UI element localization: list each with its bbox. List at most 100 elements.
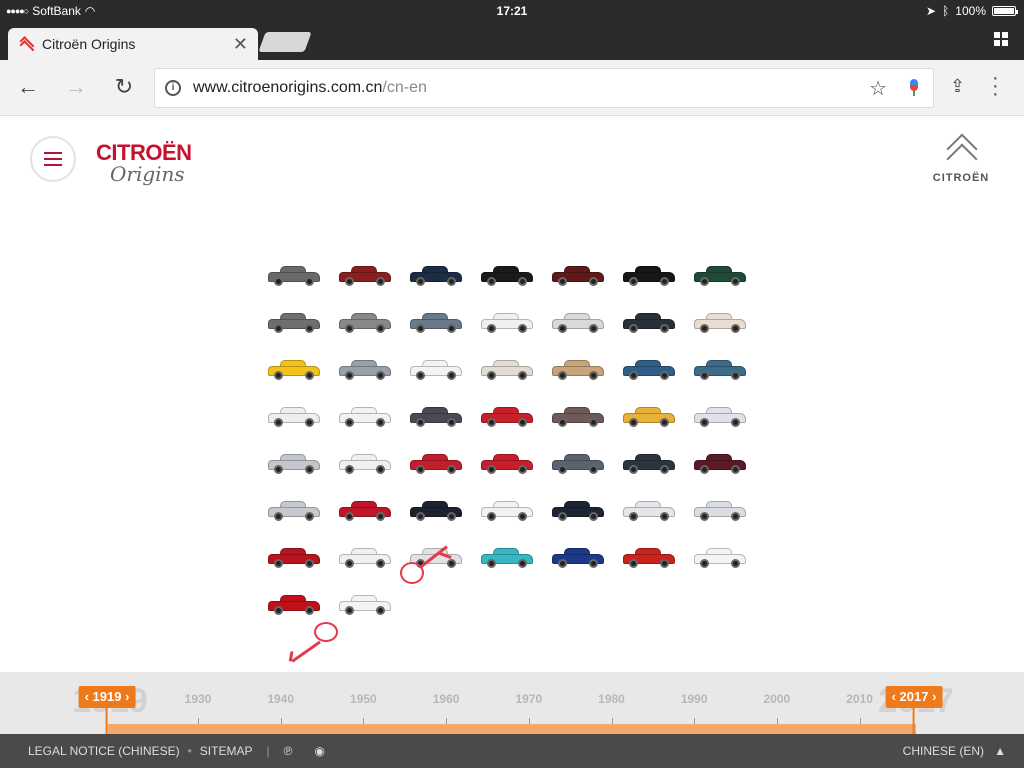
status-time: 17:21 <box>496 4 528 18</box>
car-model-thumbnail[interactable] <box>479 448 535 476</box>
car-model-thumbnail[interactable] <box>266 354 322 382</box>
timeline-decade-label: 2010 <box>846 692 873 706</box>
overflow-menu-icon[interactable]: · · · <box>992 68 999 104</box>
car-model-thumbnail[interactable] <box>266 307 322 335</box>
timeline-decade-label: 1960 <box>432 692 460 706</box>
right-logo-word: CITROËN <box>932 172 990 184</box>
car-model-thumbnail[interactable] <box>337 354 393 382</box>
status-bar: ●●●●○ SoftBank ◠ 17:21 ➤ ᛒ 100% <box>0 0 1024 22</box>
car-model-thumbnail[interactable] <box>337 260 393 288</box>
car-model-thumbnail[interactable] <box>550 448 606 476</box>
car-model-thumbnail[interactable] <box>408 354 464 382</box>
tab-citroen-origins[interactable]: Citroën Origins ✕ <box>8 28 258 60</box>
bookmark-star-icon[interactable]: ☆ <box>869 76 887 101</box>
close-tab-icon[interactable]: ✕ <box>233 34 248 55</box>
language-selector[interactable]: CHINESE (EN) <box>903 744 984 758</box>
timeline-start-handle[interactable]: ‹ 1919 › <box>78 686 136 708</box>
scribble-circle <box>314 622 338 642</box>
car-model-thumbnail[interactable] <box>621 401 677 429</box>
car-model-thumbnail[interactable] <box>266 542 322 570</box>
bluetooth-icon: ᛒ <box>942 4 950 18</box>
car-model-thumbnail[interactable] <box>408 448 464 476</box>
car-model-thumbnail[interactable] <box>621 495 677 523</box>
footer-dot: • <box>187 744 192 758</box>
car-model-thumbnail[interactable] <box>266 589 322 617</box>
tab-switcher-icon[interactable] <box>994 32 1008 46</box>
car-model-thumbnail[interactable] <box>408 401 464 429</box>
car-model-thumbnail[interactable] <box>692 354 748 382</box>
timeline-decade-label: 1970 <box>515 692 543 706</box>
forward-arrow-icon[interactable]: → <box>62 74 90 100</box>
timeline-end-handle[interactable]: ‹ 2017 › <box>885 686 943 708</box>
car-model-thumbnail[interactable] <box>692 307 748 335</box>
car-model-thumbnail[interactable] <box>479 495 535 523</box>
end-year-label: 2017 <box>899 689 929 704</box>
car-model-thumbnail[interactable] <box>621 260 677 288</box>
url-host: www.citroenorigins.com.cn <box>193 79 383 96</box>
timeline[interactable]: 1919 2017 1930 1940 1950 1960 1970 1980 1990 20… <box>0 672 1024 734</box>
timeline-range-bar[interactable] <box>108 724 916 734</box>
car-model-thumbnail[interactable] <box>337 542 393 570</box>
car-model-thumbnail[interactable] <box>621 542 677 570</box>
car-model-thumbnail[interactable] <box>479 542 535 570</box>
car-model-thumbnail[interactable] <box>692 448 748 476</box>
car-model-thumbnail[interactable] <box>408 260 464 288</box>
scribble-arrow <box>291 640 321 663</box>
car-model-thumbnail[interactable] <box>408 307 464 335</box>
caret-up-icon[interactable]: ▲ <box>994 744 1006 758</box>
car-model-thumbnail[interactable] <box>337 589 393 617</box>
browser-toolbar: ← → ↻ i www.citroenorigins.com.cn /cn-en… <box>0 60 1024 116</box>
car-model-thumbnail[interactable] <box>550 307 606 335</box>
back-arrow-icon[interactable]: ← <box>14 74 42 100</box>
car-model-thumbnail[interactable] <box>692 260 748 288</box>
pinterest-icon[interactable]: ℗ <box>284 744 293 758</box>
status-right: ➤ ᛒ 100% <box>926 4 1018 18</box>
tab-title: Citroën Origins <box>42 36 136 52</box>
menu-button[interactable] <box>30 136 76 182</box>
car-model-thumbnail[interactable] <box>479 354 535 382</box>
car-model-thumbnail[interactable] <box>266 260 322 288</box>
battery-icon <box>992 6 1018 16</box>
reload-icon[interactable]: ↻ <box>110 74 138 100</box>
car-model-thumbnail[interactable] <box>621 307 677 335</box>
sitemap-link[interactable]: SITEMAP <box>200 744 253 758</box>
car-model-thumbnail[interactable] <box>266 495 322 523</box>
car-model-thumbnail[interactable] <box>550 495 606 523</box>
microphone-icon[interactable] <box>909 79 919 97</box>
car-model-thumbnail[interactable] <box>337 495 393 523</box>
start-year-label: 1919 <box>92 689 122 704</box>
car-model-thumbnail[interactable] <box>337 401 393 429</box>
url-path: /cn-en <box>382 79 427 96</box>
car-model-thumbnail[interactable] <box>692 542 748 570</box>
car-model-thumbnail[interactable] <box>550 542 606 570</box>
location-icon: ➤ <box>926 4 937 18</box>
weibo-icon[interactable]: ◉ <box>314 744 324 758</box>
legal-notice-link[interactable]: LEGAL NOTICE (CHINESE) <box>28 744 180 758</box>
car-model-thumbnail[interactable] <box>337 307 393 335</box>
new-tab-button[interactable] <box>258 32 312 52</box>
car-model-thumbnail[interactable] <box>479 260 535 288</box>
car-model-thumbnail[interactable] <box>337 448 393 476</box>
car-model-thumbnail[interactable] <box>550 354 606 382</box>
car-model-thumbnail[interactable] <box>692 401 748 429</box>
car-model-thumbnail[interactable] <box>408 495 464 523</box>
citroen-logo[interactable]: CITROËN <box>926 133 996 186</box>
car-model-thumbnail[interactable] <box>479 401 535 429</box>
info-icon[interactable]: i <box>165 80 181 96</box>
timeline-decade-label: 1980 <box>598 692 625 706</box>
logo-sub: Origins <box>110 162 185 186</box>
citroen-origins-logo[interactable]: CITROËN Origins <box>96 140 192 186</box>
timeline-decade-label: 2000 <box>763 692 791 706</box>
share-icon[interactable]: ⇪ <box>950 76 965 97</box>
timeline-decade-label: 1950 <box>350 692 377 706</box>
car-model-thumbnail[interactable] <box>266 448 322 476</box>
car-model-thumbnail[interactable] <box>550 401 606 429</box>
car-model-thumbnail[interactable] <box>621 448 677 476</box>
car-model-thumbnail[interactable] <box>479 307 535 335</box>
battery-label: 100% <box>955 4 986 18</box>
car-model-thumbnail[interactable] <box>621 354 677 382</box>
car-model-thumbnail[interactable] <box>550 260 606 288</box>
address-bar[interactable]: i www.citroenorigins.com.cn /cn-en ☆ <box>154 68 934 108</box>
car-model-thumbnail[interactable] <box>266 401 322 429</box>
car-model-thumbnail[interactable] <box>692 495 748 523</box>
